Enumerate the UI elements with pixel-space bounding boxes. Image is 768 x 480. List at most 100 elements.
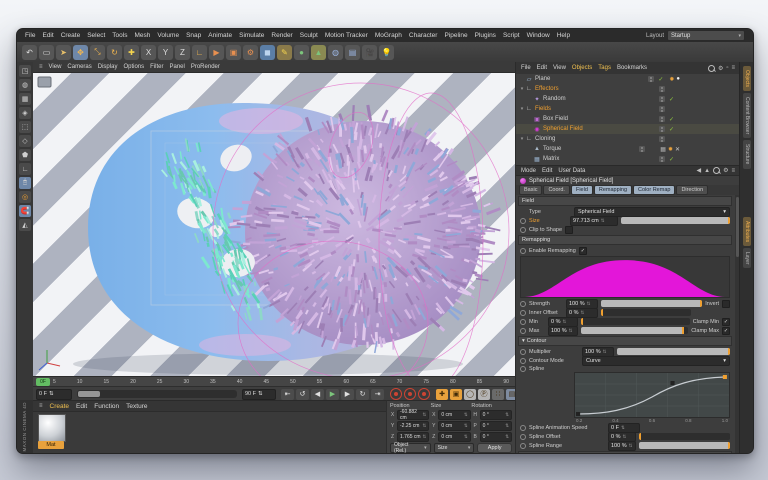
toolbar-icon[interactable]: ⚙ [243,45,258,60]
mode-icon[interactable]: ∟ [19,163,31,175]
viewport-menu-item[interactable]: View [49,64,62,70]
om-menu-item[interactable]: Tags [598,65,611,71]
color-remap-section-header[interactable]: Color Remap [518,451,732,454]
object-row[interactable]: ▱ Plane ✓ ✹● [516,74,740,84]
menu-item[interactable]: Help [557,32,570,39]
menu-item[interactable]: Sculpt [300,32,318,39]
keyframe-dot[interactable] [520,425,526,431]
menu-item[interactable]: Edit [42,32,53,39]
side-tab[interactable]: Structure [743,140,751,168]
toolbar-icon[interactable]: ◼ [260,45,275,60]
transport-button[interactable]: ⇤ [281,389,294,400]
rotation-field[interactable]: 0 °⇅ [480,432,512,442]
om-menu-item[interactable]: View [553,65,566,71]
apply-button[interactable]: Apply [477,443,512,453]
enabled-check-icon[interactable]: ✓ [657,76,664,83]
transport-button[interactable]: ⇥ [371,389,384,400]
side-tab[interactable]: Content Browser [743,93,751,138]
menu-item[interactable]: Animate [208,32,232,39]
object-tag-icon[interactable]: ✹ [669,76,674,83]
max-field[interactable]: 100 %⇅ [548,326,578,336]
toolbar-icon[interactable]: X [141,45,156,60]
viewport-menu-item[interactable]: Cameras [67,64,91,70]
spline-range-slider[interactable] [639,442,730,449]
toolbar-icon[interactable]: ∟ [192,45,207,60]
object-tag-icon[interactable]: ✕ [675,146,680,153]
keyframe-dot[interactable] [520,349,526,355]
field-section-header[interactable]: Field [518,196,732,206]
am-menu-item[interactable]: User Data [558,168,585,174]
size-field[interactable]: 0 cm⇅ [438,432,470,442]
panel-icon[interactable]: ≡ [39,403,43,409]
size-slider[interactable] [621,217,730,224]
record-button[interactable] [404,388,416,400]
timeline-playhead[interactable]: 0F [36,378,50,386]
material-menu-item[interactable]: Create [50,403,70,410]
material-menu-item[interactable]: Texture [126,403,147,410]
viewport-menu-item[interactable]: ProRender [191,64,220,70]
menu-item[interactable]: Snap [186,32,201,39]
object-label[interactable]: Torque [543,146,561,152]
transport-button[interactable]: ↺ [296,389,309,400]
transport-button[interactable]: ▶ [326,389,339,400]
mode-icon[interactable]: ◎ [19,191,31,203]
visibility-dots[interactable] [659,96,665,102]
mode-icon[interactable]: ◍ [19,79,31,91]
toolbar-icon[interactable]: ● [294,45,309,60]
key-record-button[interactable]: ∷ [492,389,504,400]
position-field[interactable]: -2.25 cm⇅ [397,421,429,431]
object-row[interactable]: ▾ ∟ Fields [516,104,740,114]
object-row[interactable]: ✦ Random ✓ [516,94,740,104]
contour-mode-dropdown[interactable]: Curve▾ [582,356,730,366]
position-field[interactable]: -60.882 cm⇅ [397,410,429,420]
toolbar-icon[interactable]: ✚ [124,45,139,60]
visibility-dots[interactable] [659,116,665,122]
viewport-menu-item[interactable]: Filter [150,64,163,70]
menu-item[interactable]: Select [87,32,105,39]
viewport-menu-item[interactable]: Panel [169,64,184,70]
enabled-check-icon[interactable]: ✓ [668,96,675,103]
timeline-slider-handle[interactable] [78,391,100,397]
viewport-menu-item[interactable]: Display [98,64,118,70]
min-slider[interactable] [581,318,690,325]
inner-offset-slider[interactable] [601,309,691,316]
side-tab[interactable]: Layer [743,248,751,269]
mode-icon[interactable]: ◳ [19,65,31,77]
stepper-icon[interactable]: ⇅ [258,391,263,397]
transport-button[interactable]: ▶ [341,389,354,400]
menu-item[interactable]: Tools [112,32,127,39]
back-arrow-icon[interactable]: ◀ [697,167,702,174]
key-record-button[interactable]: ◯ [464,389,476,400]
remapping-graph[interactable] [520,256,730,298]
toolbar-icon[interactable]: 🎥 [362,45,377,60]
size-field[interactable]: 0 cm⇅ [438,421,470,431]
menu-item[interactable]: Render [271,32,292,39]
object-label[interactable]: Fields [535,106,551,112]
clip-checkbox[interactable] [565,226,573,234]
toolbar-icon[interactable]: ▶ [209,45,224,60]
object-row[interactable]: ▾ ∟ Cloning [516,134,740,144]
current-frame-field[interactable]: 0 F⇅ [36,389,72,400]
search-icon[interactable] [713,167,720,174]
object-tag-icon[interactable]: ● [676,76,680,83]
mode-icon[interactable]: ◈ [19,107,31,119]
view-axis-widget[interactable] [38,77,51,87]
multiplier-slider[interactable] [617,348,730,355]
menu-item[interactable]: Pipeline [444,32,467,39]
minimize-icon[interactable]: ▫ [726,65,728,71]
viewport-canvas[interactable] [33,73,515,377]
side-tab[interactable]: Attributes [743,217,751,246]
clamp-max-checkbox[interactable]: ✓ [722,327,730,335]
stepper-icon[interactable]: ⇅ [49,391,54,397]
keyframe-dot[interactable] [520,443,526,449]
material-name[interactable]: Mat [38,441,64,449]
layout-dropdown[interactable]: Startup▾ [667,30,745,41]
menu-item[interactable]: Script [503,32,520,39]
enabled-check-icon[interactable]: ✓ [668,156,675,163]
max-slider[interactable] [581,327,688,334]
attribute-tab[interactable]: Coord. [543,185,570,195]
object-tag-icon[interactable]: ✹ [668,146,673,153]
keyframe-dot[interactable] [520,319,526,325]
mode-icon[interactable]: ▦ [19,93,31,105]
object-label[interactable]: Spherical Field [543,126,583,132]
